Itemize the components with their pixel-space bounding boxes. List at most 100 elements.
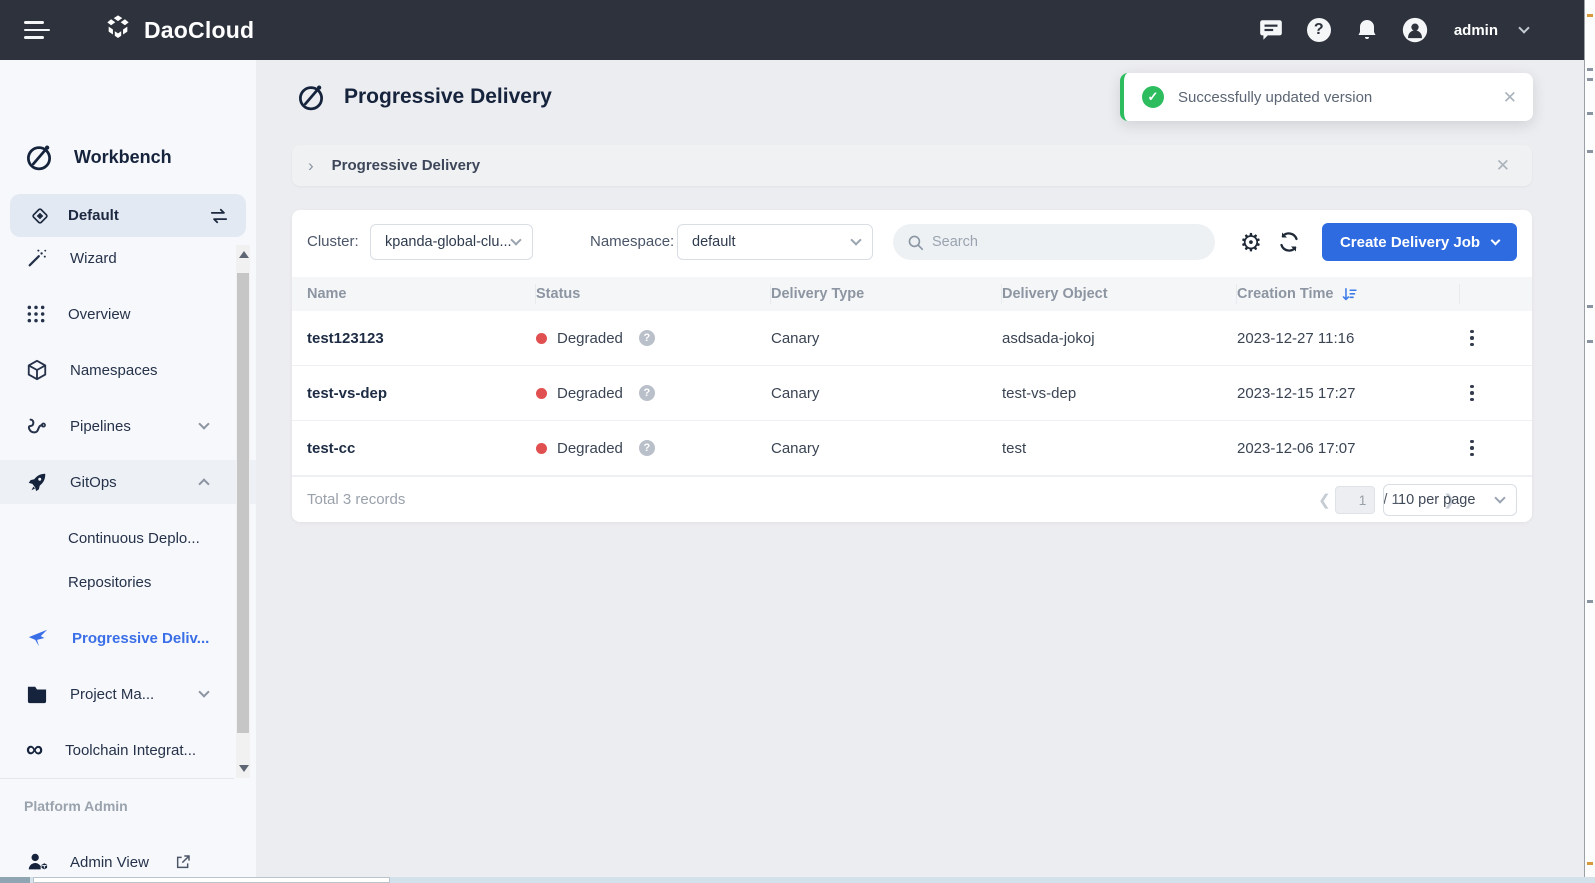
toast-close-icon[interactable]: ✕ <box>1503 89 1517 106</box>
status-cell: Degraded ? <box>536 385 771 402</box>
delivery-jobs-card: Cluster: kpanda-global-clu... Namespace:… <box>292 210 1532 522</box>
status-dot-degraded <box>536 333 547 344</box>
sidebar-item-pipelines[interactable]: Pipelines <box>0 404 256 448</box>
navbar-actions: ? admin <box>1258 17 1528 43</box>
scroll-down-arrow-icon[interactable] <box>239 765 249 772</box>
namespace-select[interactable]: default <box>677 224 873 260</box>
workspace-selector[interactable]: Default <box>10 194 246 237</box>
column-header-status[interactable]: Status <box>536 284 771 304</box>
column-header-name[interactable]: Name <box>307 284 536 304</box>
sidebar-divider <box>0 778 234 779</box>
workbench-title: Workbench <box>74 147 172 168</box>
chat-icon[interactable] <box>1258 17 1284 43</box>
pipeline-icon <box>26 415 48 437</box>
search-input[interactable] <box>932 234 1201 250</box>
page-size-select[interactable]: 10 per page <box>1383 484 1517 516</box>
status-help-icon[interactable]: ? <box>639 440 655 456</box>
breadcrumb-close-icon[interactable]: ✕ <box>1496 157 1510 174</box>
infinity-icon: ∞ <box>26 740 43 759</box>
external-link-icon <box>175 854 191 870</box>
status-help-icon[interactable]: ? <box>639 330 655 346</box>
success-toast: ✓ Successfully updated version ✕ <box>1120 73 1533 121</box>
page-icon <box>296 82 326 112</box>
sidebar-scrollbar[interactable] <box>236 245 250 778</box>
job-name[interactable]: test123123 <box>307 330 536 347</box>
column-header-creation-time[interactable]: Creation Time <box>1237 284 1460 304</box>
folder-icon <box>26 684 48 704</box>
workspace-label: Default <box>68 207 208 224</box>
row-actions-kebab-icon[interactable] <box>1460 330 1484 347</box>
delivery-type: Canary <box>771 330 1002 347</box>
hamburger-menu-icon[interactable] <box>24 21 50 39</box>
help-icon[interactable]: ? <box>1306 17 1332 43</box>
delivery-object: asdsada-jokoj <box>1002 330 1237 347</box>
workbench-icon <box>24 142 54 172</box>
chevron-down-icon <box>850 234 861 245</box>
user-avatar[interactable] <box>1402 17 1428 43</box>
chevron-down-icon <box>510 234 521 245</box>
status-text: Degraded <box>557 385 623 402</box>
workbench-header: Workbench <box>24 142 172 172</box>
sidebar-item-project-management[interactable]: Project Ma... <box>0 672 256 716</box>
table-row[interactable]: test-vs-dep Degraded ? Canary test-vs-de… <box>292 366 1532 421</box>
rocket-icon <box>26 471 48 493</box>
refresh-icon[interactable] <box>1275 228 1303 256</box>
search-box[interactable] <box>893 224 1215 260</box>
delivery-type: Canary <box>771 385 1002 402</box>
toast-message: Successfully updated version <box>1178 89 1503 106</box>
switch-workspace-icon[interactable] <box>208 207 230 225</box>
grid-icon <box>26 304 46 324</box>
platform-admin-section-label: Platform Admin <box>24 798 128 814</box>
page-number-input[interactable] <box>1335 486 1375 514</box>
workspace-icon <box>30 206 50 226</box>
job-name[interactable]: test-vs-dep <box>307 385 536 402</box>
breadcrumb-expand-icon[interactable]: › <box>308 156 314 176</box>
status-help-icon[interactable]: ? <box>639 385 655 401</box>
sidebar-item-continuous-deployment[interactable]: Continuous Deplo... <box>0 516 256 560</box>
status-dot-degraded <box>536 388 547 399</box>
cluster-label: Cluster: <box>307 224 359 260</box>
horizontal-scrollbar[interactable] <box>0 877 1595 883</box>
column-header-delivery-object[interactable]: Delivery Object <box>1002 284 1237 304</box>
table-row[interactable]: test-cc Degraded ? Canary test 2023-12-0… <box>292 421 1532 476</box>
creation-time: 2023-12-27 11:16 <box>1237 330 1460 347</box>
breadcrumb-label: Progressive Delivery <box>332 157 1496 174</box>
sidebar-item-gitops[interactable]: GitOps <box>0 460 256 504</box>
chevron-down-icon[interactable] <box>198 686 209 697</box>
bird-icon <box>26 627 50 649</box>
settings-gear-icon[interactable]: ⚙ <box>1237 228 1265 256</box>
delivery-object: test <box>1002 440 1237 457</box>
creation-time: 2023-12-06 17:07 <box>1237 440 1460 457</box>
notification-bell-icon[interactable] <box>1354 17 1380 43</box>
sort-descending-icon[interactable] <box>1341 286 1358 303</box>
creation-time: 2023-12-15 17:27 <box>1237 385 1460 402</box>
horizontal-scrollbar-thumb[interactable] <box>33 877 390 883</box>
chevron-up-icon[interactable] <box>198 478 209 489</box>
row-actions-kebab-icon[interactable] <box>1460 385 1484 402</box>
adjacent-window-sliver <box>1584 0 1595 883</box>
sidebar-item-namespaces[interactable]: Namespaces <box>0 348 256 392</box>
sidebar: Workbench Default Wizard Overview Namesp… <box>0 60 256 883</box>
sidebar-item-overview[interactable]: Overview <box>0 292 256 336</box>
table-row[interactable]: test123123 Degraded ? Canary asdsada-jok… <box>292 311 1532 366</box>
cluster-select[interactable]: kpanda-global-clu... <box>370 224 533 260</box>
row-actions-kebab-icon[interactable] <box>1460 440 1484 457</box>
status-text: Degraded <box>557 440 623 457</box>
scroll-up-arrow-icon[interactable] <box>239 251 249 258</box>
brand: DaoCloud <box>102 14 254 46</box>
create-delivery-job-button[interactable]: Create Delivery Job <box>1322 223 1517 261</box>
chevron-down-icon[interactable] <box>198 418 209 429</box>
user-menu-chevron-down-icon[interactable] <box>1518 22 1529 33</box>
sidebar-item-progressive-delivery[interactable]: Progressive Deliv... <box>0 616 256 660</box>
sidebar-item-wizard[interactable]: Wizard <box>0 236 256 280</box>
admin-user-icon <box>26 851 48 873</box>
sidebar-item-repositories[interactable]: Repositories <box>0 560 256 604</box>
top-navbar: DaoCloud ? admin <box>0 0 1584 60</box>
job-name[interactable]: test-cc <box>307 440 536 457</box>
prev-page-icon[interactable]: ❮ <box>1316 491 1332 509</box>
status-text: Degraded <box>557 330 623 347</box>
column-header-delivery-type[interactable]: Delivery Type <box>771 284 1002 304</box>
wand-icon <box>26 247 48 269</box>
sidebar-scrollbar-thumb[interactable] <box>237 273 249 733</box>
sidebar-item-toolchain-integration[interactable]: ∞ Toolchain Integrat... <box>0 728 256 772</box>
